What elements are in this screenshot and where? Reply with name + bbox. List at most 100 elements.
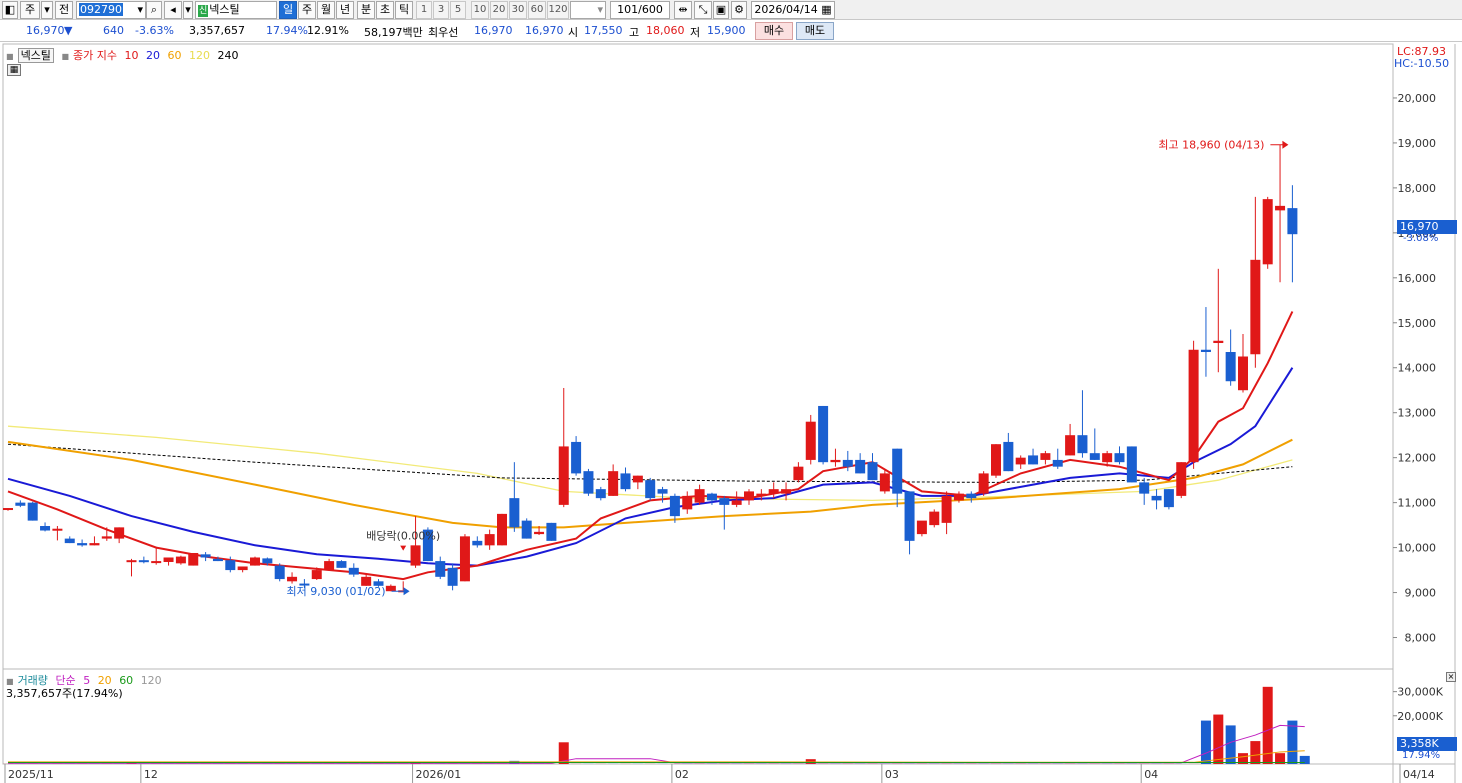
- prev-button[interactable]: 전: [55, 1, 73, 19]
- candle-body: [1188, 349, 1199, 463]
- interval-button[interactable]: 10: [471, 1, 489, 19]
- candle-body: [410, 545, 421, 566]
- candle-body: [3, 508, 13, 511]
- search-icon[interactable]: ⌕: [146, 1, 162, 19]
- price-tick-label: 12,000: [1398, 452, 1437, 465]
- period-label: 틱: [398, 3, 410, 16]
- price-legend: ■ 넥스틸 ■ 종가 지수 10 20 60 120 240: [6, 47, 242, 63]
- interval-label: 5: [454, 4, 462, 15]
- price-change-pct: -3.63%: [135, 24, 174, 37]
- candle-body: [879, 473, 890, 492]
- buy-button[interactable]: 매수: [755, 22, 793, 40]
- candle-body: [1176, 462, 1187, 496]
- interval-button[interactable]: 5: [450, 1, 466, 19]
- candle-body: [114, 527, 125, 539]
- candle-body: [497, 513, 507, 546]
- candle-body: [571, 441, 582, 474]
- calendar-icon[interactable]: ▦: [821, 3, 831, 16]
- period-label: 일: [282, 3, 294, 16]
- candle-body: [1089, 453, 1100, 460]
- candle-body: [953, 493, 964, 501]
- trade-amount: 58,197백만: [364, 26, 423, 39]
- legend-ma-label[interactable]: 종가 지수: [73, 49, 117, 62]
- chart-area[interactable]: 8,000 9,000 10,000 11,000 12,000 13,000 14,000…: [0, 42, 1462, 783]
- chart-canvas[interactable]: 8,000 9,000 10,000 11,000 12,000 13,000 14,000…: [0, 42, 1462, 783]
- candle-body: [1225, 352, 1236, 382]
- candle-body: [484, 534, 495, 546]
- market-dropdown-icon[interactable]: ▾: [41, 1, 53, 19]
- candle-body: [1028, 455, 1039, 465]
- zoom-in-icon[interactable]: ⇹: [674, 1, 692, 19]
- legend-vma120[interactable]: 120: [141, 674, 162, 687]
- period-tab-week[interactable]: 주: [298, 1, 316, 19]
- candle-body: [1262, 199, 1273, 265]
- legend-ma10[interactable]: 10: [124, 49, 138, 62]
- candle-body: [521, 520, 532, 539]
- sell-button-label: 매도: [804, 24, 826, 37]
- candle-body: [904, 491, 915, 541]
- candle-body: [805, 421, 816, 460]
- legend-stock-name[interactable]: 넥스틸: [17, 48, 54, 63]
- interval-button[interactable]: 30: [509, 1, 527, 19]
- period-label: 초: [379, 3, 391, 16]
- candle-body: [77, 543, 88, 546]
- window-menu-icon[interactable]: ◧: [2, 1, 18, 19]
- candle-body: [472, 540, 483, 546]
- code-dropdown-icon[interactable]: ▾: [136, 2, 145, 18]
- interval-button[interactable]: 20: [490, 1, 508, 19]
- candle-body: [1015, 457, 1026, 465]
- stock-code-input[interactable]: 092790 ▾: [76, 1, 146, 19]
- volume-bar: [1287, 720, 1298, 764]
- period-tab-year[interactable]: 년: [336, 1, 354, 19]
- sell-button[interactable]: 매도: [796, 22, 834, 40]
- candle-body: [855, 459, 866, 474]
- date-value: 2026/04/14: [754, 3, 818, 16]
- period-tab-tick[interactable]: 틱: [395, 1, 413, 19]
- stock-name-field[interactable]: 신 넥스틸: [195, 1, 277, 19]
- interval-label: 3: [437, 4, 445, 15]
- candle-body: [1213, 340, 1224, 344]
- new-listing-badge: 신: [198, 5, 209, 17]
- interval-button[interactable]: 3: [433, 1, 449, 19]
- period-tab-month[interactable]: 월: [317, 1, 335, 19]
- candle-body: [632, 475, 643, 483]
- legend-ma20[interactable]: 20: [146, 49, 160, 62]
- candle-body: [459, 536, 470, 582]
- price-tick-label: 14,000: [1398, 362, 1437, 375]
- legend-ma60[interactable]: 60: [167, 49, 181, 62]
- candle-body: [583, 471, 594, 494]
- volume-bar: [1200, 720, 1211, 764]
- save-icon[interactable]: ▣: [713, 1, 729, 19]
- period-tab-day[interactable]: 일: [279, 1, 297, 19]
- date-field[interactable]: 2026/04/14 ▦: [751, 1, 835, 19]
- interval-dropdown-icon[interactable]: ▾: [597, 2, 605, 18]
- count-field[interactable]: 101/600: [610, 1, 670, 19]
- table-toggle-icon[interactable]: ▦: [7, 64, 21, 76]
- interval-button[interactable]: 120: [547, 1, 569, 19]
- gear-icon[interactable]: ⚙: [731, 1, 747, 19]
- sound-dropdown-icon[interactable]: ▾: [183, 1, 193, 19]
- dividend-annotation: 배당락(0.00%): [366, 530, 440, 543]
- period-tab-second[interactable]: 초: [376, 1, 394, 19]
- candle-body: [756, 493, 767, 496]
- interval-button[interactable]: 1: [416, 1, 432, 19]
- zoom-out-icon[interactable]: ⤡: [694, 1, 712, 19]
- candle-body: [1287, 208, 1298, 235]
- candle-body: [546, 522, 557, 541]
- turnover-ratio: 12.91%: [307, 24, 349, 37]
- candle-body: [558, 446, 569, 505]
- last-volume-badge: 3,358K: [1397, 737, 1457, 751]
- close-panel-icon[interactable]: ×: [1446, 672, 1456, 682]
- sound-icon[interactable]: ◂: [164, 1, 182, 19]
- legend-square-icon[interactable]: ■: [6, 52, 14, 61]
- legend-ma120[interactable]: 120: [189, 49, 210, 62]
- legend-ma240[interactable]: 240: [217, 49, 238, 62]
- candle-body: [225, 560, 236, 571]
- candle-body: [1163, 489, 1174, 508]
- period-tab-minute[interactable]: 분: [357, 1, 375, 19]
- candle-body: [175, 556, 186, 564]
- interval-button[interactable]: 60: [528, 1, 546, 19]
- market-select[interactable]: 주: [20, 1, 40, 19]
- interval-custom-input[interactable]: ▾: [570, 1, 606, 19]
- legend-square-icon[interactable]: ■: [61, 52, 69, 61]
